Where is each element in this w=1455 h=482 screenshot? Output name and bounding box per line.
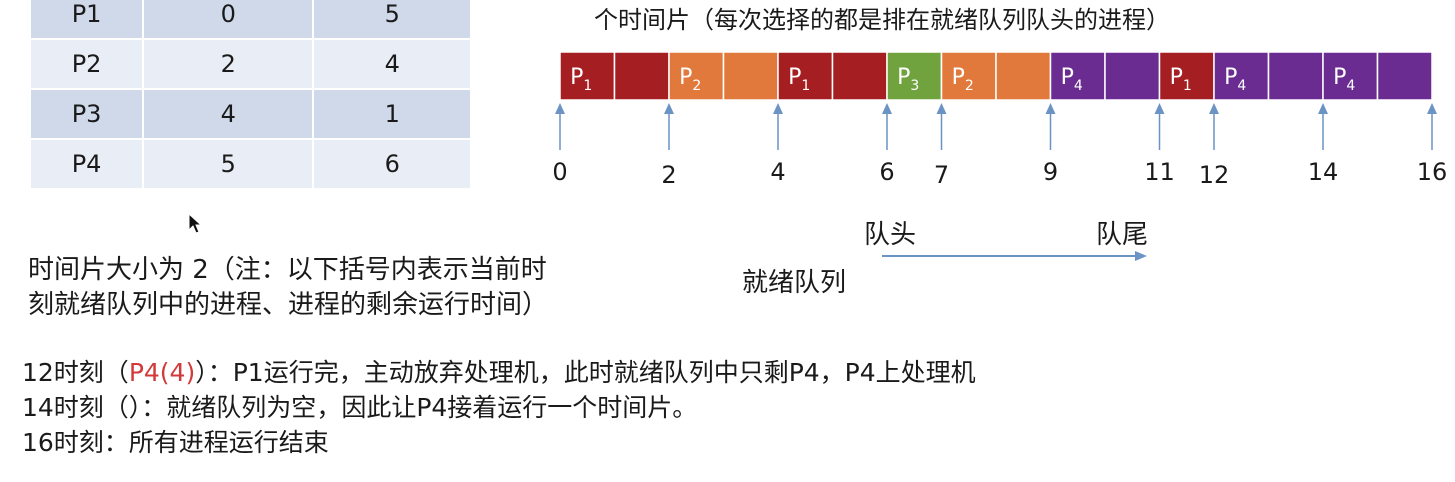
gantt-chart: P1 P2 P1 P3 P2 P4 P1 P4 P40 2 4 6 7 9 11 12 14 16: [552, 51, 1448, 189]
ready-queue-highlight: P4(4): [128, 358, 196, 387]
event-line: 12时刻（P4(4)）：P1运行完，主动放弃处理机，此时就绪队列中只剩P4，P4…: [22, 355, 976, 390]
tick-arrowhead: [1318, 103, 1328, 114]
tick-label: 9: [1043, 158, 1058, 186]
tick-arrowhead: [555, 103, 565, 114]
ready-queue-label: 就绪队列: [742, 268, 847, 298]
event-line: 14时刻（）：就绪队列为空，因此让P4接着运行一个时间片。: [22, 390, 976, 425]
tick-arrowhead: [773, 103, 783, 114]
event-text: 16时刻：所有进程运行结束: [22, 428, 329, 457]
mouse-cursor-icon: [188, 213, 202, 234]
event-text: 14时刻（）：就绪队列为空，因此让P4接着运行一个时间片。: [22, 393, 698, 422]
queue-tail-label: 队尾: [1096, 220, 1149, 250]
tick-label: 0: [552, 158, 567, 186]
tick-label: 7: [934, 161, 949, 189]
tick-arrowhead: [936, 103, 947, 114]
gantt-segment: [1267, 51, 1324, 101]
time-slice-note: 时间片大小为 2（注：以下括号内表示当前时 刻就绪队列中的进程、进程的剩余运行时…: [28, 253, 548, 323]
tick-arrowhead: [664, 103, 674, 114]
event-text: 12时刻（: [22, 358, 129, 387]
tick-arrowhead: [1045, 103, 1056, 114]
gantt-segment: [831, 51, 888, 101]
tick-arrowhead: [1427, 103, 1437, 114]
gantt-segment: [613, 51, 670, 101]
gantt-segment: [1376, 51, 1433, 101]
tick-label: 11: [1144, 158, 1175, 186]
tick-label: 14: [1308, 158, 1339, 186]
tick-label: 12: [1199, 161, 1230, 189]
event-text: ）：P1运行完，主动放弃处理机，此时就绪队列中只剩P4，P4上处理机: [195, 358, 976, 387]
gantt-segment: [722, 51, 779, 101]
tick-label: 6: [879, 158, 894, 186]
queue-head-label: 队头: [864, 220, 917, 250]
event-list: 12时刻（P4(4)）：P1运行完，主动放弃处理机，此时就绪队列中只剩P4，P4…: [22, 355, 976, 460]
gantt-segment: [995, 51, 1052, 101]
tick-arrowhead: [1154, 103, 1165, 114]
gantt-segment: [1104, 51, 1161, 101]
tick-label: 2: [661, 161, 676, 189]
note-line: 刻就绪队列中的进程、进程的剩余运行时间）: [28, 290, 549, 320]
tick-arrowhead: [1209, 103, 1219, 114]
note-line: 时间片大小为 2（注：以下括号内表示当前时: [28, 255, 547, 285]
event-line: 16时刻：所有进程运行结束: [22, 425, 976, 460]
tick-label: 16: [1417, 158, 1448, 186]
tick-label: 4: [770, 158, 785, 186]
tick-arrowhead: [882, 103, 892, 114]
